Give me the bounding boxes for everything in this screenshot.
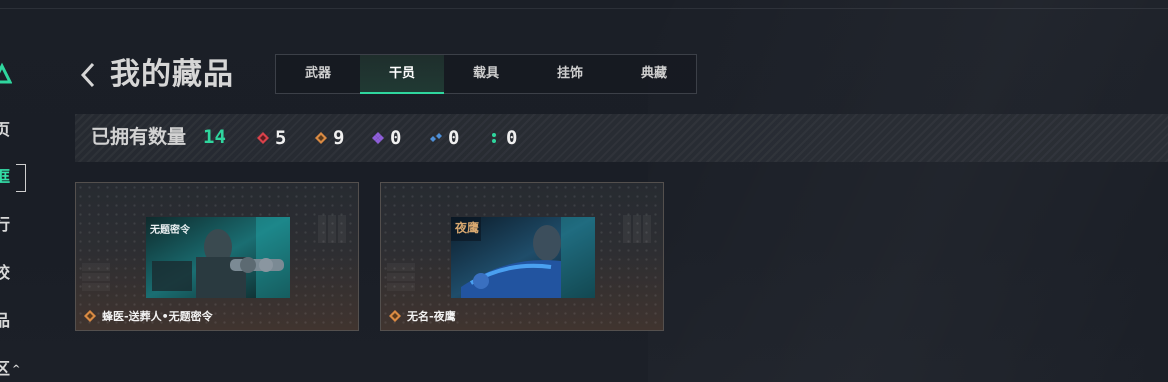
rarity-count: 0	[506, 127, 518, 149]
card-caption: 蜂医-送葬人•无题密令	[84, 308, 213, 324]
orange-diamond-icon	[315, 132, 327, 144]
tab-vehicles[interactable]: 载具	[444, 55, 528, 93]
green-dots-icon	[492, 133, 496, 143]
back-button[interactable]	[76, 60, 100, 90]
sidebar-item-home[interactable]: 页	[0, 117, 24, 143]
card-decoration	[387, 263, 415, 291]
art-title-label: 夜鹰	[455, 221, 480, 235]
sidebar-item-travel[interactable]: 行	[0, 212, 24, 238]
owned-count-label: 已拥有数量	[91, 126, 187, 148]
card-caption: 无名-夜鹰	[389, 308, 456, 324]
red-diamond-icon	[257, 132, 269, 144]
sidebar: 页 框 行 校 品 区 ^	[0, 0, 40, 382]
chevron-up-icon: ^	[12, 363, 21, 375]
sidebar-item-items[interactable]: 品	[0, 308, 24, 334]
sidebar-item-label: 框	[0, 167, 11, 186]
owned-count-value: 14	[203, 126, 226, 148]
top-divider	[0, 8, 1168, 9]
orange-diamond-icon	[389, 310, 401, 322]
background-decoration	[648, 0, 1168, 382]
tab-collection[interactable]: 典藏	[612, 55, 696, 93]
sidebar-item-label: 品	[0, 311, 11, 330]
active-indicator	[16, 164, 26, 192]
card-decoration	[318, 215, 346, 243]
rarity-orange-count: 9	[314, 126, 344, 150]
rarity-count: 9	[333, 127, 345, 149]
tab-weapons[interactable]: 武器	[276, 55, 360, 93]
page-title: 我的藏品	[110, 57, 234, 92]
rarity-count: 0	[448, 127, 460, 149]
logo-icon	[0, 62, 13, 84]
rarity-purple-count: 0	[371, 126, 401, 150]
purple-diamond-cluster-icon	[372, 132, 384, 144]
collection-card[interactable]: 无题密令 蜂医-送葬人•无题密令	[75, 182, 359, 331]
art-title-label: 无题密令	[150, 225, 190, 236]
rarity-red-count: 5	[256, 126, 286, 150]
orange-diamond-icon	[84, 310, 96, 322]
ownership-stats-bar: 已拥有数量 14 5 9 0 0 0	[75, 114, 1168, 162]
blue-diamond-pair-icon	[430, 133, 442, 142]
card-decoration	[82, 263, 110, 291]
sidebar-item-label: 行	[0, 215, 11, 234]
sidebar-item-school[interactable]: 校	[0, 260, 24, 286]
rarity-blue-count: 0	[429, 126, 459, 150]
operator-skin-image: 夜鹰	[451, 217, 595, 298]
chevron-left-icon	[80, 62, 95, 88]
category-tabs: 武器 干员 载具 挂饰 典藏	[275, 54, 697, 94]
card-title: 无名-夜鹰	[407, 310, 456, 323]
tab-operators[interactable]: 干员	[360, 55, 444, 94]
sidebar-item-label: 页	[0, 120, 11, 139]
rarity-green-count: 0	[487, 126, 517, 150]
collection-card[interactable]: 夜鹰 无名-夜鹰	[380, 182, 664, 331]
rarity-count: 5	[275, 127, 287, 149]
sidebar-item-label: 校	[0, 263, 11, 282]
operator-skin-image: 无题密令	[146, 217, 290, 298]
tab-charms[interactable]: 挂饰	[528, 55, 612, 93]
sidebar-item-label: 区	[0, 359, 11, 378]
rarity-count: 0	[390, 127, 402, 149]
card-title: 蜂医-送葬人•无题密令	[102, 310, 213, 323]
card-decoration	[623, 215, 651, 243]
sidebar-item-zone[interactable]: 区 ^	[0, 356, 34, 382]
